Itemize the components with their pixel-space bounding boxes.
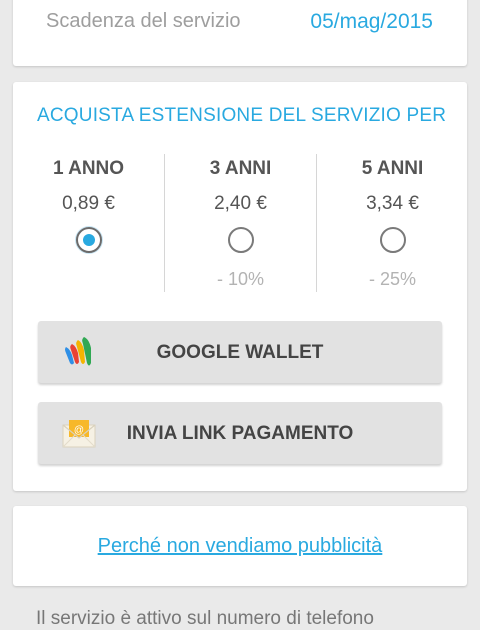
info-card: Perché non vendiamo pubblicità [13, 506, 467, 586]
google-wallet-button[interactable]: GOOGLE WALLET [38, 321, 442, 383]
plan-price: 3,34 € [366, 193, 419, 214]
plan-5-years[interactable]: 5 ANNI 3,34 € - 25% [317, 152, 468, 294]
plan-1-year[interactable]: 1 ANNO 0,89 € [13, 152, 164, 294]
plan-name: 5 ANNI [361, 158, 424, 179]
expiry-date: 05/mag/2015 [310, 10, 433, 33]
plan-discount: - 10% [216, 269, 265, 289]
plan-price: 2,40 € [214, 193, 267, 214]
plan-3-years-radio[interactable] [227, 227, 254, 253]
expiry-card: Scadenza del servizio 05/mag/2015 [13, 0, 467, 66]
send-payment-link-button[interactable]: @ INVIA LINK PAGAMENTO [38, 402, 442, 464]
plan-3-years[interactable]: 3 ANNI 2,40 € - 10% [165, 152, 316, 294]
why-no-ads-link[interactable]: Perché non vendiamo pubblicità [13, 535, 467, 558]
expiry-label: Scadenza del servizio [46, 10, 241, 32]
plan-name: 3 ANNI [209, 158, 272, 179]
radio-selected-dot [82, 234, 95, 246]
service-status-text: Il servizio è attivo sul numero di telef… [36, 608, 374, 629]
plan-1-year-radio[interactable] [75, 227, 102, 253]
plan-options: 1 ANNO 0,89 € 3 ANNI 2,40 € - 10% 5 ANNI… [13, 152, 467, 294]
plan-price: 0,89 € [62, 193, 115, 214]
purchase-card: ACQUISTA ESTENSIONE DEL SERVIZIO PER 1 A… [13, 82, 467, 491]
plan-name: 1 ANNO [52, 158, 125, 179]
plan-5-years-radio[interactable] [379, 227, 406, 253]
plan-discount: - 25% [368, 269, 417, 289]
google-wallet-label: GOOGLE WALLET [156, 342, 324, 363]
purchase-section-title: ACQUISTA ESTENSIONE DEL SERVIZIO PER [37, 105, 447, 126]
send-payment-link-label: INVIA LINK PAGAMENTO [126, 423, 354, 444]
